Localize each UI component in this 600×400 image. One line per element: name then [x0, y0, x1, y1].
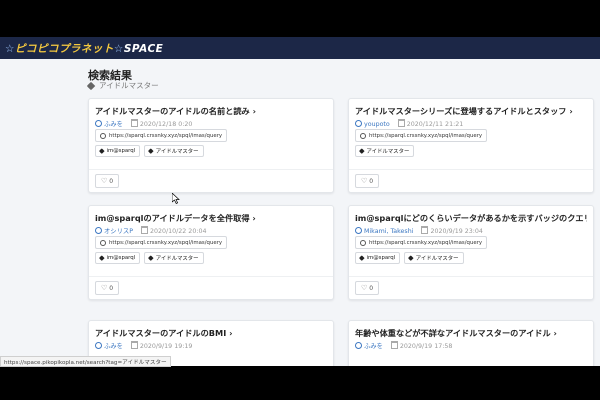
like-count: 0: [369, 177, 374, 185]
card-title[interactable]: im@sparqlにどのくらいデータがあるかを示すバッジのクエリ ›: [355, 212, 587, 224]
tag-icon: [99, 148, 105, 154]
card-date: 2020/12/11 21:21: [406, 121, 464, 128]
query-card[interactable]: im@sparqlにどのくらいデータがあるかを示すバッジのクエリ › Mikam…: [348, 205, 594, 300]
user-icon: [95, 227, 102, 234]
card-author[interactable]: ふみを: [104, 343, 123, 350]
browser-viewport: ☆ピコピコプラネット☆SPACE 検索結果 アイドルマスター アイドルマスターの…: [0, 37, 600, 366]
tag-icon: [408, 255, 414, 261]
card-meta: ふみを 2020/12/18 0:20: [95, 119, 192, 128]
card-meta: ふみを 2020/9/19 19:19: [95, 341, 192, 350]
card-title[interactable]: アイドルマスターのアイドルの名前と読み ›: [95, 105, 327, 117]
heart-icon: ♡: [360, 176, 368, 185]
card-divider: [89, 169, 333, 170]
calendar-icon: [130, 119, 138, 127]
card-title[interactable]: アイドルマスターシリーズに登場するアイドルとスタッフ ›: [355, 105, 587, 117]
card-tags: アイドルマスター: [355, 145, 415, 157]
tag-chip[interactable]: アイドルマスター: [144, 252, 204, 264]
calendar-icon: [141, 226, 149, 234]
calendar-icon: [397, 119, 405, 127]
user-icon: [95, 342, 102, 349]
calendar-icon: [130, 341, 138, 349]
user-icon: [95, 120, 102, 127]
card-divider: [89, 276, 333, 277]
like-count: 0: [109, 177, 114, 185]
tag-icon: [86, 81, 96, 90]
user-icon: [355, 120, 362, 127]
star-icon: ☆: [5, 42, 15, 55]
query-card[interactable]: im@sparqlのアイドルデータを全件取得 › オシリスP 2020/10/2…: [88, 205, 334, 300]
card-meta: オシリスP 2020/10/22 20:04: [95, 226, 206, 235]
card-title[interactable]: 年齢や体重などが不詳なアイドルマスターのアイドル ›: [355, 327, 587, 339]
card-divider: [349, 169, 593, 170]
like-button[interactable]: ♡ 0: [355, 281, 379, 295]
endpoint-badge[interactable]: https://sparql.crssnky.xyz/spql/imas/que…: [355, 129, 488, 142]
card-date: 2020/12/18 0:20: [139, 121, 193, 128]
card-tags: im@sparql アイドルマスター: [95, 145, 204, 157]
card-date: 2020/9/19 19:19: [139, 343, 193, 350]
card-meta: ふみを 2020/9/19 17:58: [355, 341, 452, 350]
card-date: 2020/9/19 23:04: [430, 228, 483, 235]
card-title[interactable]: アイドルマスターのアイドルのBMI ›: [95, 327, 327, 339]
tag-filter[interactable]: アイドルマスター: [86, 80, 159, 91]
tag-icon: [359, 255, 365, 261]
card-author[interactable]: ふみを: [364, 343, 383, 350]
endpoint-badge[interactable]: https://sparql.crssnky.xyz/spql/imas/que…: [95, 129, 228, 142]
user-icon: [355, 227, 362, 234]
tag-chip[interactable]: アイドルマスター: [404, 252, 464, 264]
like-button[interactable]: ♡ 0: [95, 281, 119, 295]
check-icon: [100, 132, 106, 139]
tag-chip[interactable]: im@sparql: [355, 252, 401, 264]
tag-filter-label: アイドルマスター: [99, 81, 159, 90]
endpoint-badge[interactable]: https://sparql.crssnky.xyz/spql/imas/que…: [95, 236, 228, 249]
card-meta: Mikami, Takeshi 2020/9/19 23:04: [355, 226, 483, 235]
check-icon: [100, 239, 106, 246]
card-divider: [349, 276, 593, 277]
site-logo[interactable]: ☆ピコピコプラネット☆SPACE: [5, 41, 163, 56]
heart-icon: ♡: [100, 283, 108, 292]
tag-chip[interactable]: im@sparql: [95, 145, 141, 157]
card-tags: im@sparql アイドルマスター: [355, 252, 464, 264]
query-card[interactable]: アイドルマスターシリーズに登場するアイドルとスタッフ › youpoto 202…: [348, 98, 594, 193]
card-author[interactable]: youpoto: [364, 121, 390, 128]
check-icon: [360, 132, 366, 139]
like-count: 0: [109, 284, 114, 292]
tag-icon: [148, 148, 154, 154]
navbar: ☆ピコピコプラネット☆SPACE: [0, 37, 600, 59]
tag-icon: [359, 148, 365, 154]
tag-icon: [99, 255, 105, 261]
heart-icon: ♡: [360, 283, 368, 292]
heart-icon: ♡: [100, 176, 108, 185]
check-icon: [360, 239, 366, 246]
card-meta: youpoto 2020/12/11 21:21: [355, 119, 463, 128]
card-author[interactable]: オシリスP: [104, 228, 133, 235]
user-icon: [355, 342, 362, 349]
card-author[interactable]: Mikami, Takeshi: [364, 228, 413, 235]
like-button[interactable]: ♡ 0: [95, 174, 119, 188]
query-card[interactable]: アイドルマスターのアイドルの名前と読み › ふみを 2020/12/18 0:2…: [88, 98, 334, 193]
card-date: 2020/10/22 20:04: [150, 228, 207, 235]
query-card[interactable]: 年齢や体重などが不詳なアイドルマスターのアイドル › ふみを 2020/9/19…: [348, 320, 594, 366]
calendar-icon: [421, 226, 429, 234]
like-count: 0: [369, 284, 374, 292]
card-tags: im@sparql アイドルマスター: [95, 252, 204, 264]
card-title[interactable]: im@sparqlのアイドルデータを全件取得 ›: [95, 212, 327, 224]
status-bar-url: https://space.pikopikopla.net/search?tag…: [0, 356, 171, 367]
tag-chip[interactable]: アイドルマスター: [144, 145, 204, 157]
endpoint-badge[interactable]: https://sparql.crssnky.xyz/spql/imas/que…: [355, 236, 488, 249]
tag-chip[interactable]: im@sparql: [95, 252, 141, 264]
mouse-cursor-icon: [172, 193, 180, 204]
calendar-icon: [390, 341, 398, 349]
tag-chip[interactable]: アイドルマスター: [355, 145, 415, 157]
card-date: 2020/9/19 17:58: [399, 343, 453, 350]
like-button[interactable]: ♡ 0: [355, 174, 379, 188]
tag-icon: [148, 255, 154, 261]
card-author[interactable]: ふみを: [104, 121, 123, 128]
